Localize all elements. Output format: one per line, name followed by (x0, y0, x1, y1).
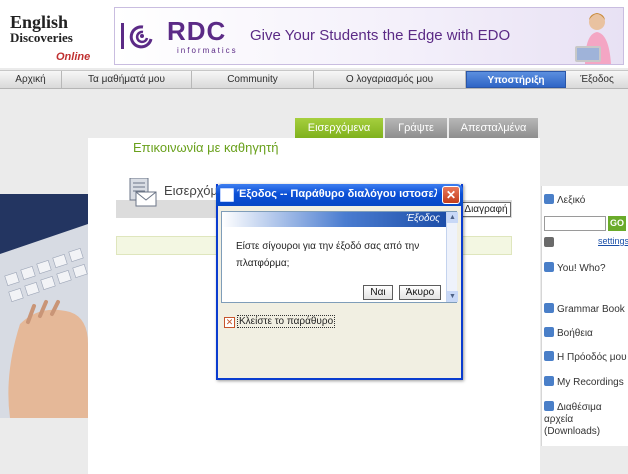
sidebar-progress-label: Η Πρόοδός μου (557, 352, 627, 363)
tab-compose[interactable]: Γράψτε (385, 118, 447, 138)
sidebar-help-label: Βοήθεια (557, 328, 593, 339)
help-icon (544, 327, 554, 337)
dialog-title: Έξοδος -- Παράθυρο διαλόγου ιστοσελί... (237, 188, 437, 200)
dictionary-settings-link[interactable]: settings (598, 236, 628, 246)
nav-exit[interactable]: Έξοδος (566, 71, 628, 88)
scroll-up-arrow-icon[interactable]: ▲ (447, 212, 458, 223)
dialog-header-bar: Έξοδος (222, 212, 446, 227)
dialog-header-text: Έξοδος (406, 213, 440, 224)
dictionary-go-button[interactable]: GO (608, 216, 626, 231)
nav-support[interactable]: Υποστήριξη (466, 71, 566, 88)
yes-button[interactable]: Ναι (363, 285, 393, 300)
sidebar-help[interactable]: Βοήθεια (544, 327, 593, 339)
main-nav: Αρχική Τα μαθήματά μου Community Ο λογαρ… (0, 70, 628, 89)
dialog-body: Έξοδος Είστε σίγουροι για την έξοδό σας … (221, 211, 458, 303)
dialog-scrollbar[interactable]: ▲ ▼ (446, 212, 458, 302)
you-who-icon (544, 262, 554, 272)
sidebar-you-who[interactable]: You! Who? (544, 262, 606, 274)
sidebar-progress[interactable]: Η Πρόοδός μου (544, 351, 627, 363)
logo-line2: Discoveries (10, 30, 73, 45)
sidebar-dictionary[interactable]: Λεξικό (544, 194, 585, 206)
dictionary-search-input[interactable] (544, 216, 606, 231)
rdc-logo-icon (121, 23, 153, 49)
nav-my-courses[interactable]: Τα μαθήματά μου (62, 71, 192, 88)
recordings-icon (544, 376, 554, 386)
settings-stack-icon (544, 237, 554, 247)
grammar-book-icon (544, 303, 554, 313)
header: English Discoveries Online RDC informati… (0, 0, 628, 68)
rdc-banner-ad[interactable]: RDC informatics Give Your Students the E… (114, 7, 624, 65)
nav-community[interactable]: Community (192, 71, 314, 88)
sidebar-grammar-label: Grammar Book (557, 304, 625, 315)
sidebar-grammar-book[interactable]: Grammar Book (544, 303, 625, 315)
nav-my-account[interactable]: Ο λογαριασμός μου (314, 71, 466, 88)
sidebar-recordings[interactable]: My Recordings (544, 376, 624, 388)
nav-home[interactable]: Αρχική (0, 71, 62, 88)
dialog-message: Είστε σίγουροι για την έξοδό σας από την… (236, 241, 420, 269)
sidebar-you-who-label: You! Who? (557, 263, 606, 274)
banner-brand: RDC (167, 16, 227, 46)
exit-dialog: Έξοδος -- Παράθυρο διαλόγου ιστοσελί... … (216, 184, 463, 380)
close-window-link[interactable]: ✕ Κλείστε το παράθυρο (224, 315, 336, 328)
sidebar-dictionary-label: Λεξικό (557, 195, 586, 206)
english-discoveries-logo[interactable]: English Discoveries Online (8, 8, 103, 64)
tab-sent[interactable]: Απεσταλμένα (449, 118, 538, 138)
downloads-icon (544, 401, 554, 411)
dialog-close-button[interactable]: ✕ (442, 186, 460, 204)
page-title: Επικοινωνία με καθηγητή (133, 140, 279, 155)
browser-page-icon (220, 188, 234, 202)
right-sidebar: Λεξικό GO settings You! Who? Grammar Boo… (541, 186, 628, 446)
envelope-icon (129, 178, 157, 207)
sidebar-downloads[interactable]: Διαθέσιμα αρχεία (Downloads) (544, 401, 628, 438)
tab-inbox[interactable]: Εισερχόμενα (295, 118, 383, 138)
dictionary-icon (544, 194, 554, 204)
close-window-label: Κλείστε το παράθυρο (237, 315, 336, 328)
dialog-titlebar[interactable]: Έξοδος -- Παράθυρο διαλόγου ιστοσελί... … (216, 184, 463, 206)
scroll-down-arrow-icon[interactable]: ▼ (447, 291, 458, 302)
woman-with-laptop-image (575, 13, 611, 64)
logo-online: Online (56, 51, 91, 63)
cancel-button[interactable]: Άκυρο (399, 285, 441, 300)
delete-button[interactable]: Διαγραφή (461, 202, 511, 217)
close-icon: ✕ (224, 317, 235, 328)
banner-brand-sub: informatics (177, 46, 238, 55)
progress-icon (544, 351, 554, 361)
banner-slogan: Give Your Students the Edge with EDO (250, 27, 511, 44)
keyboard-hands-photo (0, 194, 88, 418)
sidebar-recordings-label: My Recordings (557, 377, 624, 388)
